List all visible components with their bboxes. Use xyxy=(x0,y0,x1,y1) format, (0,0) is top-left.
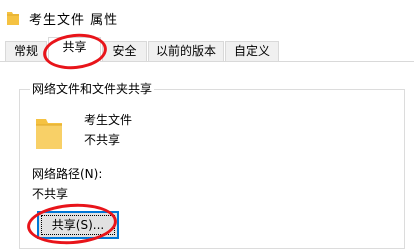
title-bar: 考生文件 属性 xyxy=(0,0,414,36)
folder-share-status: 不共享 xyxy=(84,133,121,147)
network-path-value: 不共享 xyxy=(32,187,69,201)
tab-previous-versions[interactable]: 以前的版本 xyxy=(148,41,224,61)
tab-general[interactable]: 常规 xyxy=(5,41,47,61)
network-path-label: 网络路径(N): xyxy=(32,167,103,181)
window-title: 考生文件 属性 xyxy=(29,13,119,28)
tab-customize[interactable]: 自定义 xyxy=(225,41,279,61)
share-button-label: 共享(S)... xyxy=(51,218,105,232)
properties-window: 考生文件 属性 常规 共享 安全 以前的版本 自定义 网络文件和文件夹共享 考生… xyxy=(0,0,414,249)
folder-name: 考生文件 xyxy=(84,113,133,127)
share-button[interactable]: 共享(S)... xyxy=(37,211,119,239)
folder-icon xyxy=(7,12,19,25)
tab-security[interactable]: 安全 xyxy=(102,41,147,61)
folder-icon xyxy=(36,119,62,149)
tab-sharing[interactable]: 共享 xyxy=(48,37,101,62)
group-title: 网络文件和文件夹共享 xyxy=(30,80,155,97)
